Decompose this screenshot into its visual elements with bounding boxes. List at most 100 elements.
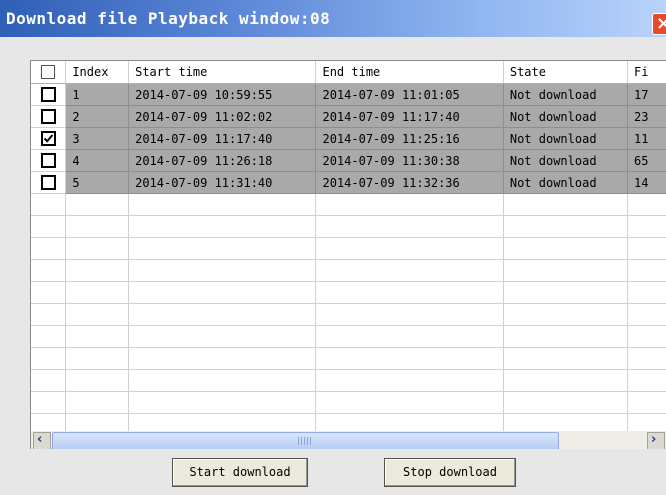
- empty-cell: [503, 391, 629, 414]
- window-title: Download file Playback window:08: [6, 9, 331, 28]
- row-checkbox-cell[interactable]: [31, 127, 67, 150]
- row-checkbox-cell[interactable]: [31, 105, 67, 128]
- empty-cell: [627, 391, 666, 414]
- empty-cell: [315, 281, 504, 304]
- scroll-thumb[interactable]: [52, 432, 559, 449]
- stop-download-button[interactable]: Stop download: [384, 458, 516, 487]
- empty-cell: [31, 391, 67, 414]
- empty-cell: [503, 303, 629, 326]
- checked-checkbox[interactable]: [40, 131, 56, 146]
- column-header-index[interactable]: Index: [65, 61, 130, 84]
- table-row[interactable]: 2 2014-07-09 11:02:02 2014-07-09 11:17:40 N…: [31, 105, 666, 128]
- empty-cell: [503, 259, 629, 282]
- select-all-cell[interactable]: [31, 61, 67, 84]
- cell-file: 14: [627, 171, 666, 194]
- empty-cell: [503, 347, 629, 370]
- empty-cell: [65, 347, 130, 370]
- empty-cell: [627, 369, 666, 392]
- cell-end-time: 2014-07-09 11:32:36: [315, 171, 504, 194]
- empty-row: [31, 391, 666, 414]
- cell-end-time: 2014-07-09 11:17:40: [315, 105, 504, 128]
- empty-cell: [503, 193, 629, 216]
- empty-cell: [627, 303, 666, 326]
- empty-cell: [627, 325, 666, 348]
- empty-cell: [627, 193, 666, 216]
- empty-row: [31, 303, 666, 326]
- row-checkbox[interactable]: [40, 153, 56, 168]
- cell-file: 23: [627, 105, 666, 128]
- empty-cell: [31, 215, 67, 238]
- row-checkbox-cell[interactable]: [31, 83, 67, 106]
- cell-file: 17: [627, 83, 666, 106]
- empty-cell: [315, 237, 504, 260]
- empty-cell: [31, 369, 67, 392]
- empty-cell: [627, 237, 666, 260]
- table-row[interactable]: 4 2014-07-09 11:26:18 2014-07-09 11:30:38 N…: [31, 149, 666, 172]
- empty-cell: [65, 193, 130, 216]
- horizontal-scrollbar[interactable]: ‹ ›: [31, 431, 666, 449]
- empty-row: [31, 215, 666, 238]
- empty-cell: [315, 215, 504, 238]
- title-bar[interactable]: Download file Playback window:08 ×: [0, 0, 666, 37]
- cell-end-time: 2014-07-09 11:30:38: [315, 149, 504, 172]
- row-checkbox-cell[interactable]: [31, 149, 67, 172]
- table-row[interactable]: 1 2014-07-09 10:59:55 2014-07-09 11:01:05 N…: [31, 83, 666, 106]
- close-button[interactable]: ×: [652, 13, 666, 35]
- scroll-left-button[interactable]: ‹: [33, 432, 51, 449]
- empty-cell: [503, 215, 629, 238]
- empty-cell: [503, 325, 629, 348]
- table-header: Index Start time End time State Fi: [31, 61, 666, 84]
- empty-cell: [627, 281, 666, 304]
- cell-index: 3: [65, 127, 130, 150]
- row-checkbox[interactable]: [40, 175, 56, 190]
- empty-row: [31, 281, 666, 304]
- row-checkbox-cell[interactable]: [31, 171, 67, 194]
- empty-cell: [31, 281, 67, 304]
- empty-cell: [128, 391, 317, 414]
- column-header-start-time[interactable]: Start time: [128, 61, 317, 84]
- empty-cell: [627, 259, 666, 282]
- empty-cell: [503, 281, 629, 304]
- grip-icon: [298, 437, 312, 445]
- empty-row: [31, 369, 666, 392]
- empty-cell: [315, 369, 504, 392]
- table-row[interactable]: 3 2014-07-09 11:17:40 2014-07-09 11:25:16 N…: [31, 127, 666, 150]
- start-download-button[interactable]: Start download: [172, 458, 308, 487]
- empty-cell: [315, 325, 504, 348]
- empty-cell: [503, 237, 629, 260]
- column-header-end-time[interactable]: End time: [315, 61, 504, 84]
- empty-row: [31, 347, 666, 370]
- empty-cell: [128, 237, 317, 260]
- file-list: Index Start time End time State Fi 1 2014…: [30, 60, 666, 449]
- table-row[interactable]: 5 2014-07-09 11:31:40 2014-07-09 11:32:36 N…: [31, 171, 666, 194]
- scroll-right-button[interactable]: ›: [647, 432, 665, 449]
- cell-state: Not download: [503, 171, 629, 194]
- empty-cell: [128, 303, 317, 326]
- cell-start-time: 2014-07-09 11:26:18: [128, 149, 317, 172]
- row-checkbox[interactable]: [40, 87, 56, 102]
- column-header-file[interactable]: Fi: [627, 61, 666, 84]
- select-all-checkbox[interactable]: [41, 65, 56, 80]
- empty-cell: [65, 325, 130, 348]
- arrow-right-icon: ›: [651, 432, 657, 447]
- empty-cell: [315, 303, 504, 326]
- cell-file: 11: [627, 127, 666, 150]
- empty-cell: [31, 325, 67, 348]
- cell-start-time: 2014-07-09 11:02:02: [128, 105, 317, 128]
- download-playback-window: Download file Playback window:08 × Index…: [0, 0, 666, 495]
- checkmark-icon: [43, 134, 53, 143]
- cell-start-time: 2014-07-09 11:31:40: [128, 171, 317, 194]
- empty-cell: [65, 281, 130, 304]
- empty-cell: [65, 215, 130, 238]
- empty-cell: [627, 347, 666, 370]
- cell-state: Not download: [503, 105, 629, 128]
- empty-cell: [31, 259, 67, 282]
- empty-cell: [128, 325, 317, 348]
- empty-cell: [65, 303, 130, 326]
- empty-cell: [65, 369, 130, 392]
- column-header-state[interactable]: State: [503, 61, 629, 84]
- cell-end-time: 2014-07-09 11:25:16: [315, 127, 504, 150]
- cell-state: Not download: [503, 83, 629, 106]
- row-checkbox[interactable]: [40, 109, 56, 124]
- empty-cell: [31, 237, 67, 260]
